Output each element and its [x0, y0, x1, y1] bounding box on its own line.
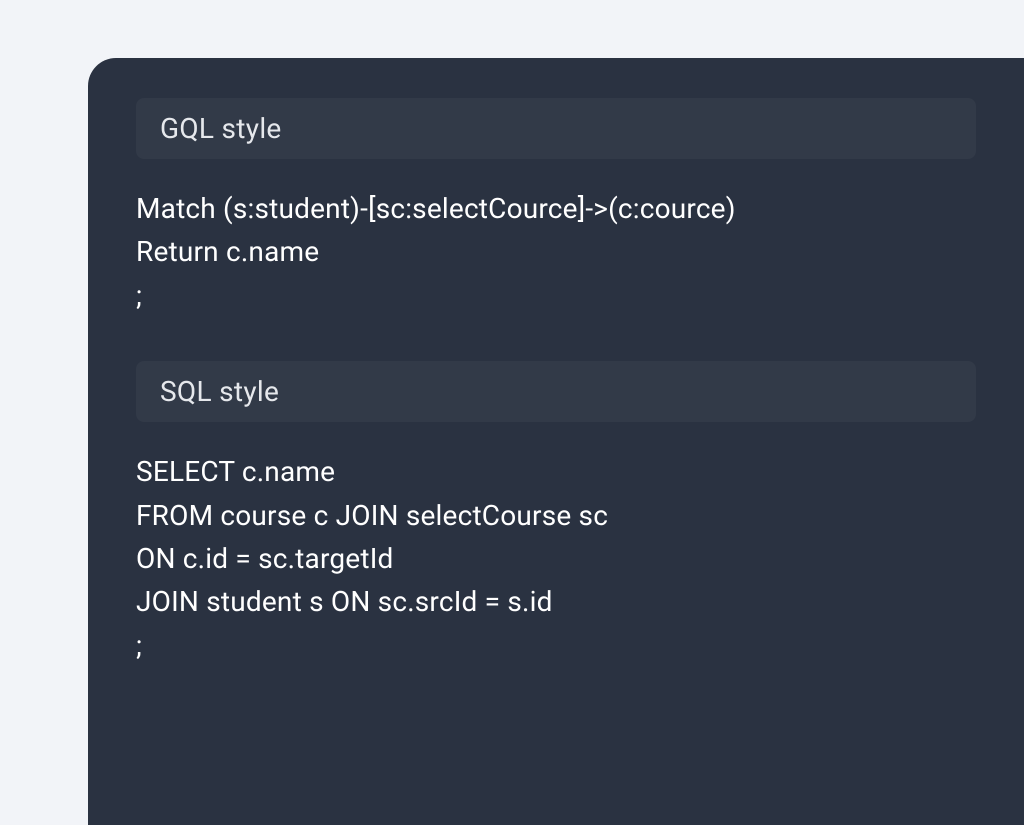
code-block-sql: SELECT c.name FROM course c JOIN selectC… — [136, 450, 976, 667]
code-line: Match (s:student)-[sc:selectCource]->(c:… — [136, 187, 976, 230]
section-title: GQL style — [160, 112, 282, 145]
code-block-gql: Match (s:student)-[sc:selectCource]->(c:… — [136, 187, 976, 317]
section-header-gql: GQL style — [136, 98, 976, 159]
code-line: JOIN student s ON sc.srcId = s.id — [136, 580, 976, 623]
code-line: ; — [136, 274, 976, 317]
section-title: SQL style — [160, 375, 279, 408]
code-line: SELECT c.name — [136, 450, 976, 493]
code-line: Return c.name — [136, 230, 976, 273]
code-panel: GQL style Match (s:student)-[sc:selectCo… — [88, 58, 1024, 825]
code-line: ON c.id = sc.targetId — [136, 537, 976, 580]
section-header-sql: SQL style — [136, 361, 976, 422]
code-line: ; — [136, 624, 976, 667]
code-line: FROM course c JOIN selectCourse sc — [136, 494, 976, 537]
